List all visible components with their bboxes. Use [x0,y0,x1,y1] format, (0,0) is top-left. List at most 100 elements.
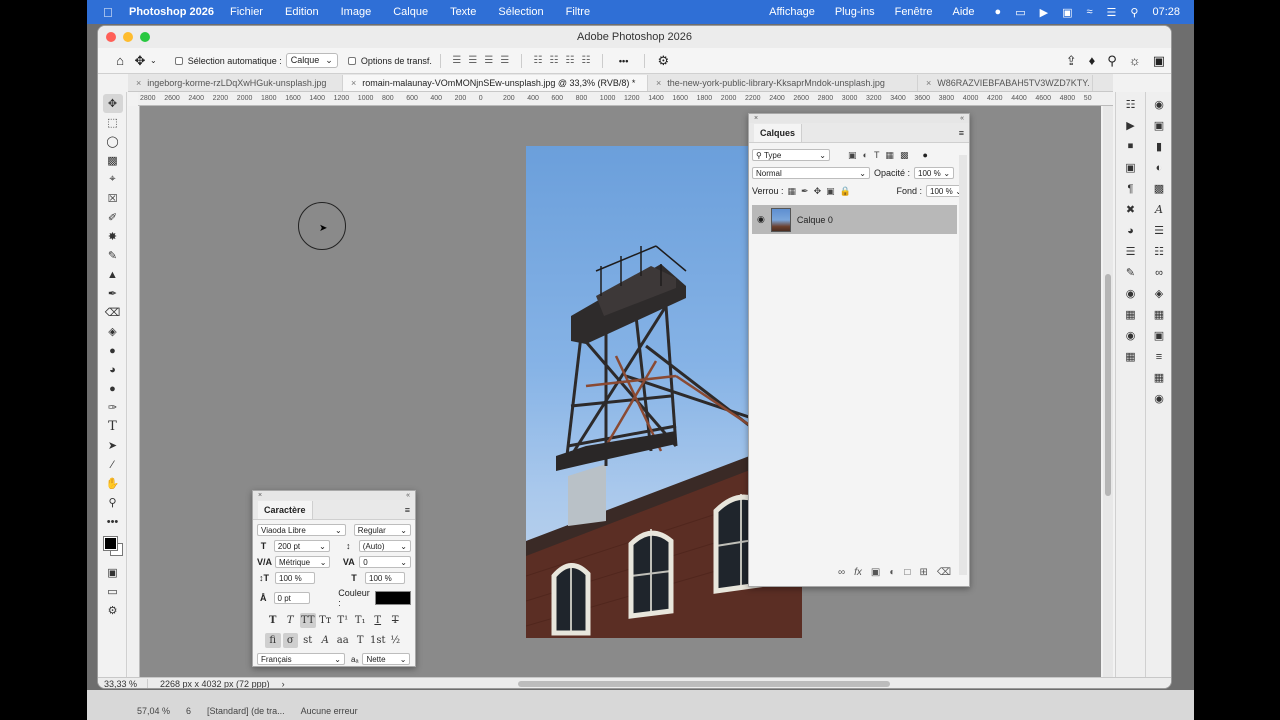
more-tools-icon[interactable]: ••• [103,512,123,531]
path-select-tool-icon[interactable]: ➤ [103,436,123,455]
panel-menu-icon[interactable]: ≡ [405,505,410,515]
faux-italic-button[interactable]: T [283,613,299,628]
close-window-button[interactable] [106,32,116,42]
clock[interactable]: 07:28 [1152,6,1180,18]
color-wheel-icon[interactable]: ◉ [1121,283,1141,304]
eye-icon[interactable]: ◉ [757,214,765,225]
horizontal-scale-field[interactable]: 100 % [365,572,405,584]
menu-calque[interactable]: Calque [393,6,428,18]
fx-icon[interactable]: fx [854,567,862,578]
comments-icon[interactable]: ▣ [1121,157,1141,178]
align-left-icon[interactable]: ☰ [449,55,465,66]
stamp-tool-icon[interactable]: ▲ [103,265,123,284]
quick-mask-icon[interactable]: ▣ [103,563,123,582]
sphere-icon[interactable]: ◕ [1121,220,1141,241]
marquee-tool-icon[interactable]: ⬚ [103,113,123,132]
scroll-thumb[interactable] [1105,274,1111,496]
lock-icons[interactable]: ▦✒✥▣🔒 [788,186,856,197]
grid-icon[interactable]: ▦ [1121,346,1141,367]
close-icon[interactable]: × [258,491,262,500]
stylistic-alternates-button[interactable]: aa [335,633,351,648]
table-icon[interactable]: ▦ [1149,304,1169,325]
vertical-scrollbar[interactable] [1103,106,1113,677]
channels-icon[interactable]: ☷ [1149,241,1169,262]
panel-menu-icon[interactable]: ≡ [959,128,964,138]
move-tool-icon[interactable]: ✥ [102,94,123,113]
auto-select-dropdown[interactable]: Calque ⌄ [285,53,338,68]
all-caps-button[interactable]: TT [300,613,316,628]
edit-toolbar-icon[interactable]: ⚙ [103,601,123,620]
text-color-swatch[interactable] [374,591,411,605]
subscript-button[interactable]: T₁ [353,613,369,628]
battery-icon[interactable]: ▭ [1015,6,1025,19]
search-icon[interactable]: ⚲ [1130,6,1138,19]
leading-field[interactable]: (Auto) ⌄ [358,540,411,552]
info-icon[interactable]: ◉ [1121,325,1141,346]
share-icon[interactable]: ⇪ [1066,53,1077,69]
superscript-button[interactable]: T¹ [335,613,351,628]
layer-filter-dropdown[interactable]: ⚲ Type ⌄ [752,149,830,161]
swash-button[interactable]: A [318,633,334,648]
zoom-level[interactable]: 33,33 % [98,679,148,688]
layer-comps-icon[interactable]: ▣ [1149,325,1169,346]
move-tool-icon[interactable]: ✥ [130,53,150,69]
frame-tool-icon[interactable]: ☒ [103,189,123,208]
layers-icon[interactable]: ◈ [1149,283,1169,304]
close-icon[interactable]: × [754,114,758,123]
menu-plugins[interactable]: Plug-ins [835,6,875,18]
minimize-window-button[interactable] [123,32,133,42]
new-layer-icon[interactable]: ⊞ [919,567,927,578]
hand-tool-icon[interactable]: ✋ [103,474,123,493]
screen-mode-icon[interactable]: ▭ [103,582,123,601]
healing-tool-icon[interactable]: ✸ [103,227,123,246]
window-icon[interactable]: ▣ [1062,6,1072,19]
tab-nypl[interactable]: × the-new-york-public-library-KksaprMndok… [648,75,918,91]
vertical-scale-field[interactable]: 100 % [275,572,315,584]
timeline-icon[interactable]: ▦ [1149,367,1169,388]
paragraph-icon[interactable]: ¶ [1121,178,1141,199]
align-right-icon[interactable]: ☰ [481,55,497,66]
font-size-field[interactable]: 200 pt ⌄ [273,540,330,552]
chevron-down-icon[interactable]: ⌄ [150,56,157,65]
align-center-icon[interactable]: ☰ [465,55,481,66]
font-style-dropdown[interactable]: Regular ⌄ [353,524,411,536]
control-center-icon[interactable]: ☰ [1107,6,1117,19]
menu-filtre[interactable]: Filtre [566,6,590,18]
menu-fichier[interactable]: Fichier [230,6,263,18]
distribute-v-icon[interactable]: ☷ [578,55,594,66]
menu-selection[interactable]: Sélection [498,6,543,18]
faux-bold-button[interactable]: T [265,613,281,628]
blur-tool-icon[interactable]: ● [103,341,123,360]
adjust-icon[interactable]: ✖ [1121,199,1141,220]
type-tool-icon[interactable]: T [103,417,123,436]
font-family-dropdown[interactable]: Viaoda Libre ⌄ [257,524,346,536]
align-bottom-icon[interactable]: ☷ [562,55,578,66]
history-brush-icon[interactable]: ✒ [103,284,123,303]
crop-tool-icon[interactable]: ⌖ [103,170,123,189]
blend-mode-dropdown[interactable]: Normal ⌄ [752,167,870,179]
collapse-icon[interactable]: « [960,114,964,123]
character-icon[interactable]: A [1149,199,1169,220]
lightbulb-icon[interactable]: ☼ [1129,53,1141,69]
tab-romain[interactable]: × romain-malaunay-VOmMONjnSEw-unsplash.jp… [343,75,648,91]
menu-texte[interactable]: Texte [450,6,476,18]
titling-alternates-button[interactable]: T [353,633,369,648]
collapse-icon[interactable]: « [406,491,410,500]
layer-name[interactable]: Calque 0 [797,215,833,225]
color-panel-icon[interactable]: ◉ [1149,94,1169,115]
mask-icon[interactable]: ▣ [871,567,880,578]
tracking-field[interactable]: 0 ⌄ [359,556,411,568]
distribute-icon[interactable]: ☰ [497,55,513,66]
language-dropdown[interactable]: Français ⌄ [257,653,345,665]
zoom-window-button[interactable] [140,32,150,42]
tab-w86[interactable]: × W86RAZVIEBFABAH5TV3WZD7KTY. [918,75,1093,91]
horizontal-scrollbar[interactable] [518,681,890,687]
object-select-tool-icon[interactable]: ▩ [103,151,123,170]
play-icon[interactable]: ▶ [1040,6,1048,19]
bell-icon[interactable]: ♦ [1089,53,1096,69]
filter-toggle-icon[interactable]: ● [922,150,927,160]
tab-ingeborg[interactable]: × ingeborg-korme-rzLDqXwHGuk-unsplash.jpg [128,75,343,91]
align-top-icon[interactable]: ☷ [530,55,546,66]
home-icon[interactable]: ⌂ [110,53,130,68]
palette-icon[interactable]: ◉ [1149,388,1169,409]
